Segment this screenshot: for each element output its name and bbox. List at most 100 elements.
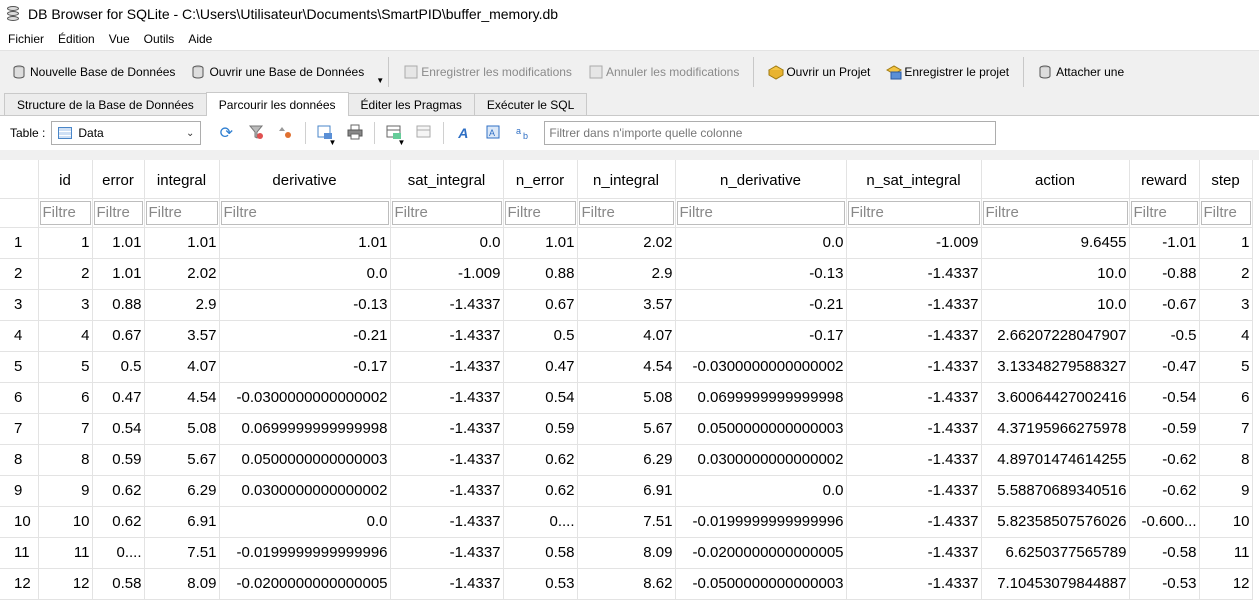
table-cell[interactable]: 0.88 <box>92 289 145 321</box>
table-cell[interactable]: 9 <box>38 475 93 507</box>
attach-database-button[interactable]: Attacher une <box>1030 57 1132 87</box>
delete-record-button[interactable] <box>409 121 439 145</box>
table-cell[interactable]: 0.54 <box>92 413 145 445</box>
print-button[interactable] <box>340 121 370 145</box>
table-cell[interactable]: -1.4337 <box>846 382 982 414</box>
table-cell[interactable]: 0.... <box>503 506 578 538</box>
table-cell[interactable]: 4.07 <box>577 320 676 352</box>
table-cell[interactable]: -0.53 <box>1129 568 1200 600</box>
table-cell[interactable]: 4.37195966275978 <box>981 413 1130 445</box>
new-database-button[interactable]: Nouvelle Base de Données <box>4 57 183 87</box>
table-cell[interactable]: -1.4337 <box>846 413 982 445</box>
table-cell[interactable]: 2.02 <box>577 227 676 259</box>
table-cell[interactable]: 4.54 <box>144 382 220 414</box>
table-cell[interactable]: -0.600... <box>1129 506 1200 538</box>
table-cell[interactable]: 2.9 <box>577 258 676 290</box>
table-cell[interactable]: 2.66207228047907 <box>981 320 1130 352</box>
row-number[interactable]: 8 <box>0 444 39 476</box>
table-cell[interactable]: 0.62 <box>92 475 145 507</box>
column-header-reward[interactable]: reward <box>1129 160 1200 199</box>
column-header-n-sat-integral[interactable]: n_sat_integral <box>846 160 982 199</box>
row-number[interactable]: 10 <box>0 506 39 538</box>
table-cell[interactable]: 0.0 <box>390 227 504 259</box>
open-project-button[interactable]: Ouvrir un Projet <box>760 57 878 87</box>
table-cell[interactable]: -0.13 <box>219 289 391 321</box>
table-cell[interactable]: 0.47 <box>503 351 578 383</box>
tab-edit-pragmas[interactable]: Éditer les Pragmas <box>347 93 475 115</box>
row-number[interactable]: 4 <box>0 320 39 352</box>
table-cell[interactable]: 0.5 <box>92 351 145 383</box>
table-cell[interactable]: 1 <box>38 227 93 259</box>
menu-tools[interactable]: Outils <box>140 32 179 46</box>
table-cell[interactable]: 0.0500000000000003 <box>219 444 391 476</box>
table-cell[interactable]: -0.54 <box>1129 382 1200 414</box>
row-number[interactable]: 5 <box>0 351 39 383</box>
tab-execute-sql[interactable]: Exécuter le SQL <box>473 93 588 115</box>
table-cell[interactable]: 0.47 <box>92 382 145 414</box>
table-cell[interactable]: 2 <box>1199 258 1253 290</box>
table-cell[interactable]: -0.0300000000000002 <box>675 351 847 383</box>
tab-database-structure[interactable]: Structure de la Base de Données <box>4 93 207 115</box>
table-cell[interactable]: -1.4337 <box>846 258 982 290</box>
table-cell[interactable]: 0.58 <box>92 568 145 600</box>
table-cell[interactable]: 4.54 <box>577 351 676 383</box>
table-cell[interactable]: -1.4337 <box>390 320 504 352</box>
table-cell[interactable]: 0.53 <box>503 568 578 600</box>
clear-sorting-button[interactable] <box>271 121 301 145</box>
column-header-step[interactable]: step <box>1199 160 1253 199</box>
row-number[interactable]: 9 <box>0 475 39 507</box>
table-cell[interactable]: -1.4337 <box>390 506 504 538</box>
font-setting-button[interactable]: A <box>448 121 478 145</box>
table-cell[interactable]: -1.4337 <box>390 537 504 569</box>
tab-browse-data[interactable]: Parcourir les données <box>205 92 349 116</box>
table-cell[interactable]: 0.0 <box>675 227 847 259</box>
column-filter-input[interactable]: Filtre <box>847 200 980 225</box>
table-cell[interactable]: 5 <box>38 351 93 383</box>
table-cell[interactable]: 0.59 <box>503 413 578 445</box>
table-cell[interactable]: -1.4337 <box>390 351 504 383</box>
table-cell[interactable]: 3.57 <box>577 289 676 321</box>
column-header-n-derivative[interactable]: n_derivative <box>675 160 847 199</box>
table-cell[interactable]: 0.62 <box>92 506 145 538</box>
table-cell[interactable]: -0.62 <box>1129 475 1200 507</box>
table-cell[interactable]: 3.13348279588327 <box>981 351 1130 383</box>
table-cell[interactable]: 11 <box>38 537 93 569</box>
table-cell[interactable]: 0.5 <box>503 320 578 352</box>
table-cell[interactable]: -0.0200000000000005 <box>675 537 847 569</box>
table-cell[interactable]: -0.21 <box>219 320 391 352</box>
table-cell[interactable]: -1.4337 <box>846 506 982 538</box>
column-header-error[interactable]: error <box>92 160 145 199</box>
table-cell[interactable]: 7.51 <box>144 537 220 569</box>
table-cell[interactable]: -1.4337 <box>846 351 982 383</box>
table-cell[interactable]: 1.01 <box>503 227 578 259</box>
table-cell[interactable]: 5.67 <box>144 444 220 476</box>
table-cell[interactable]: 6.91 <box>144 506 220 538</box>
table-cell[interactable]: 10 <box>1199 506 1253 538</box>
column-filter-input[interactable]: Filtre <box>391 200 502 225</box>
table-cell[interactable]: -0.88 <box>1129 258 1200 290</box>
row-number[interactable]: 6 <box>0 382 39 414</box>
table-cell[interactable]: -1.4337 <box>390 475 504 507</box>
table-cell[interactable]: 7.51 <box>577 506 676 538</box>
table-cell[interactable]: 3 <box>38 289 93 321</box>
table-cell[interactable]: 1.01 <box>92 258 145 290</box>
table-cell[interactable]: 4.07 <box>144 351 220 383</box>
insert-record-button[interactable]: ▼ <box>379 121 409 147</box>
table-cell[interactable]: 0.67 <box>503 289 578 321</box>
edit-display-format-button[interactable]: A <box>478 121 508 145</box>
menu-edit[interactable]: Édition <box>54 32 99 46</box>
table-cell[interactable]: 0.0 <box>675 475 847 507</box>
row-number[interactable]: 2 <box>0 258 39 290</box>
clear-filters-button[interactable] <box>241 121 271 145</box>
table-cell[interactable]: 0.67 <box>92 320 145 352</box>
table-cell[interactable]: 7 <box>38 413 93 445</box>
write-changes-button[interactable]: Enregistrer les modifications <box>395 57 580 87</box>
table-cell[interactable]: 6.29 <box>577 444 676 476</box>
table-cell[interactable]: -0.0300000000000002 <box>219 382 391 414</box>
table-cell[interactable]: 0.88 <box>503 258 578 290</box>
table-cell[interactable]: 0.62 <box>503 475 578 507</box>
table-cell[interactable]: 0.62 <box>503 444 578 476</box>
table-cell[interactable]: 0.54 <box>503 382 578 414</box>
table-cell[interactable]: 8 <box>1199 444 1253 476</box>
revert-changes-button[interactable]: Annuler les modifications <box>580 57 747 87</box>
